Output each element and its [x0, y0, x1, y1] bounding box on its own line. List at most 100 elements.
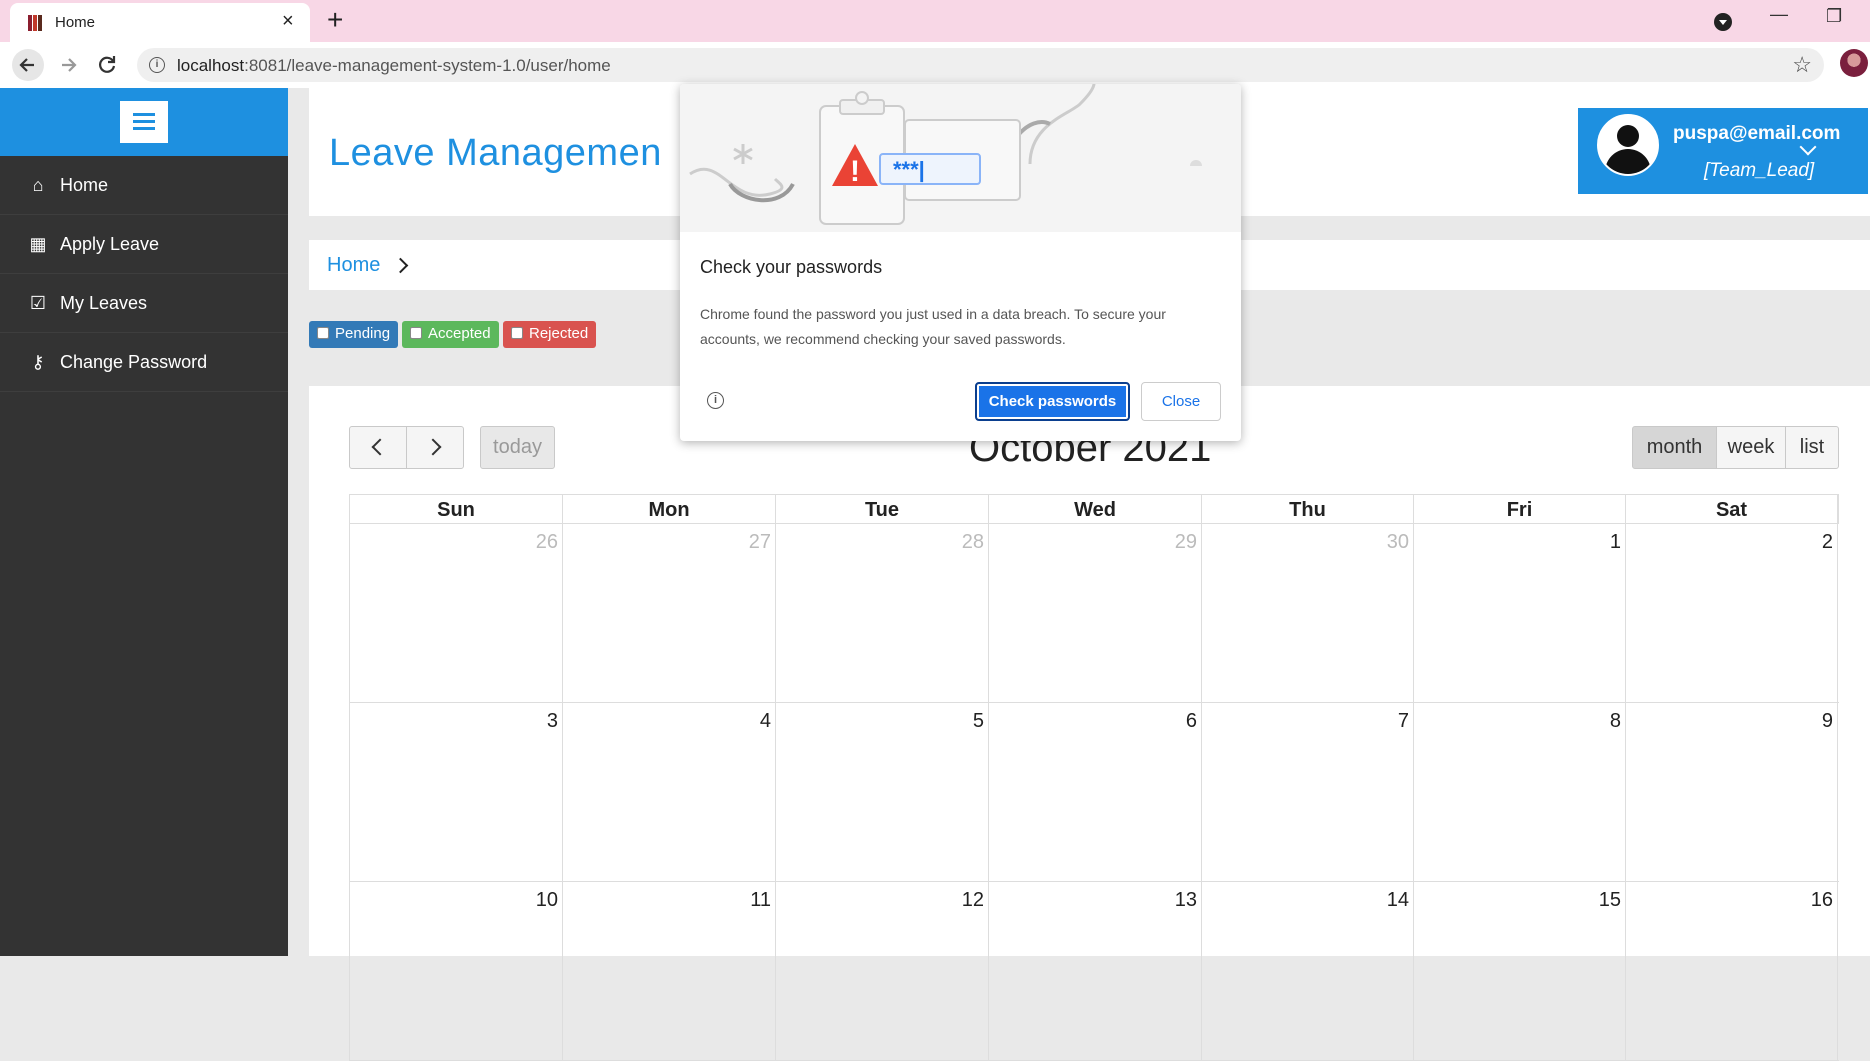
reload-button[interactable] — [91, 49, 123, 81]
user-email: puspa@email.com — [1673, 123, 1841, 144]
calendar-day-cell[interactable]: 1 — [1414, 524, 1626, 703]
check-passwords-dialog: ***| ! Check your passwords Chrome found… — [680, 84, 1241, 441]
calendar-day-cell[interactable]: 16 — [1626, 882, 1838, 1061]
next-month-button[interactable] — [406, 426, 464, 469]
weekday-mon: Mon — [563, 495, 776, 524]
calendar-day-cell[interactable]: 8 — [1414, 703, 1626, 882]
weekday-sun: Sun — [350, 495, 563, 524]
day-number[interactable]: 5 — [973, 710, 984, 733]
calendar-week-row: 26 27 28 29 30 1 2 — [349, 524, 1839, 703]
calendar-day-cell[interactable]: 5 — [776, 703, 989, 882]
calendar-grid: Sun Mon Tue Wed Thu Fri Sat 26 27 28 29 30 1 2… — [349, 494, 1839, 1061]
tab-title: Home — [55, 14, 96, 31]
day-number[interactable]: 15 — [1599, 889, 1621, 912]
calendar-day-cell[interactable]: 2 — [1626, 524, 1838, 703]
view-week-button[interactable]: week — [1716, 426, 1786, 469]
day-number[interactable]: 3 — [547, 710, 558, 733]
day-number[interactable]: 6 — [1186, 710, 1197, 733]
dialog-title: Check your passwords — [700, 257, 883, 277]
calendar-day-cell[interactable]: 7 — [1202, 703, 1414, 882]
calendar-check-icon: ☑ — [29, 293, 47, 313]
bookmark-star-icon[interactable]: ☆ — [1792, 52, 1812, 78]
day-number[interactable]: 30 — [1387, 531, 1409, 554]
home-icon: ⌂ — [32, 175, 44, 195]
minimize-button[interactable]: — — [1770, 4, 1788, 25]
accepted-checkbox[interactable] — [410, 327, 422, 339]
day-number[interactable]: 28 — [962, 531, 984, 554]
reload-icon — [99, 56, 116, 73]
sidebar-item-label: Home — [60, 175, 109, 195]
filter-pending[interactable]: Pending — [309, 321, 399, 348]
calendar-day-cell[interactable]: 9 — [1626, 703, 1838, 882]
day-number[interactable]: 1 — [1610, 531, 1621, 554]
view-month-button[interactable]: month — [1632, 426, 1717, 469]
restore-button[interactable]: ❐ — [1826, 6, 1842, 27]
calendar-day-cell[interactable]: 6 — [989, 703, 1202, 882]
calendar-day-cell[interactable]: 14 — [1202, 882, 1414, 1061]
tab-close-icon[interactable]: × — [282, 11, 294, 31]
calendar-day-cell[interactable]: 27 — [563, 524, 776, 703]
favicon-icon — [28, 15, 44, 31]
day-number[interactable]: 13 — [1175, 889, 1197, 912]
today-button[interactable]: today — [480, 426, 555, 469]
day-number[interactable]: 16 — [1811, 889, 1833, 912]
sidebar-item-label: Change Password — [60, 352, 208, 372]
forward-button[interactable] — [52, 49, 84, 81]
rejected-checkbox[interactable] — [511, 327, 523, 339]
calendar-day-cell[interactable]: 15 — [1414, 882, 1626, 1061]
calendar-day-cell[interactable]: 11 — [563, 882, 776, 1061]
prev-month-button[interactable] — [349, 426, 407, 469]
day-number[interactable]: 7 — [1398, 710, 1409, 733]
day-number[interactable]: 11 — [750, 889, 771, 912]
password-breach-illustration-icon: ***| ! — [689, 84, 1202, 225]
calendar-day-cell[interactable]: 28 — [776, 524, 989, 703]
day-number[interactable]: 2 — [1822, 531, 1833, 554]
calendar-day-cell[interactable]: 4 — [563, 703, 776, 882]
day-number[interactable]: 10 — [536, 889, 558, 912]
back-button[interactable] — [12, 49, 44, 81]
pending-checkbox[interactable] — [317, 327, 329, 339]
tab-search-icon[interactable] — [1713, 12, 1733, 32]
sidebar-item-change-password[interactable]: ⚷ Change Password — [0, 333, 288, 392]
chevron-left-icon — [371, 438, 389, 456]
day-number[interactable]: 26 — [536, 531, 558, 554]
calendar-day-cell[interactable]: 3 — [350, 703, 563, 882]
svg-text:***|: ***| — [893, 157, 925, 182]
day-number[interactable]: 29 — [1175, 531, 1197, 554]
browser-tab[interactable]: Home × — [10, 3, 310, 42]
breadcrumb-home-link[interactable]: Home — [327, 254, 380, 277]
profile-avatar[interactable] — [1840, 49, 1868, 77]
day-number[interactable]: 8 — [1610, 710, 1621, 733]
calendar-day-cell[interactable]: 12 — [776, 882, 989, 1061]
day-number[interactable]: 27 — [749, 531, 771, 554]
day-number[interactable]: 9 — [1822, 710, 1833, 733]
calendar-day-cell[interactable]: 30 — [1202, 524, 1414, 703]
filter-accepted[interactable]: Accepted — [402, 321, 499, 348]
new-tab-button[interactable]: + — [327, 6, 343, 34]
user-menu[interactable]: puspa@email.com [Team_Lead] — [1578, 108, 1868, 194]
day-number[interactable]: 14 — [1387, 889, 1409, 912]
calendar-day-cell[interactable]: 29 — [989, 524, 1202, 703]
sidebar-item-home[interactable]: ⌂ Home — [0, 156, 288, 215]
day-number[interactable]: 4 — [760, 710, 771, 733]
sidebar-header — [0, 88, 288, 156]
sidebar-item-my-leaves[interactable]: ☑ My Leaves — [0, 274, 288, 333]
view-list-button[interactable]: list — [1785, 426, 1839, 469]
info-icon[interactable]: i — [707, 392, 724, 409]
menu-toggle-icon[interactable] — [120, 101, 168, 143]
calendar-day-cell[interactable]: 26 — [350, 524, 563, 703]
sidebar: ⌂ Home ▦ Apply Leave ☑ My Leaves ⚷ Chang… — [0, 88, 288, 956]
site-info-icon[interactable]: i — [149, 57, 165, 73]
chevron-right-icon — [424, 438, 442, 456]
calendar-day-cell[interactable]: 10 — [350, 882, 563, 1061]
calendar-day-cell[interactable]: 13 — [989, 882, 1202, 1061]
sidebar-item-apply-leave[interactable]: ▦ Apply Leave — [0, 215, 288, 274]
weekday-header: Sun Mon Tue Wed Thu Fri Sat — [349, 494, 1839, 524]
weekday-sat: Sat — [1626, 495, 1838, 524]
browser-tab-strip: Home × + — ❐ — [0, 0, 1870, 42]
url-input[interactable]: i localhost:8081/leave-management-system… — [137, 48, 1824, 82]
close-button[interactable]: Close — [1141, 382, 1221, 421]
check-passwords-button[interactable]: Check passwords — [975, 382, 1130, 421]
filter-rejected[interactable]: Rejected — [503, 321, 597, 348]
day-number[interactable]: 12 — [962, 889, 984, 912]
